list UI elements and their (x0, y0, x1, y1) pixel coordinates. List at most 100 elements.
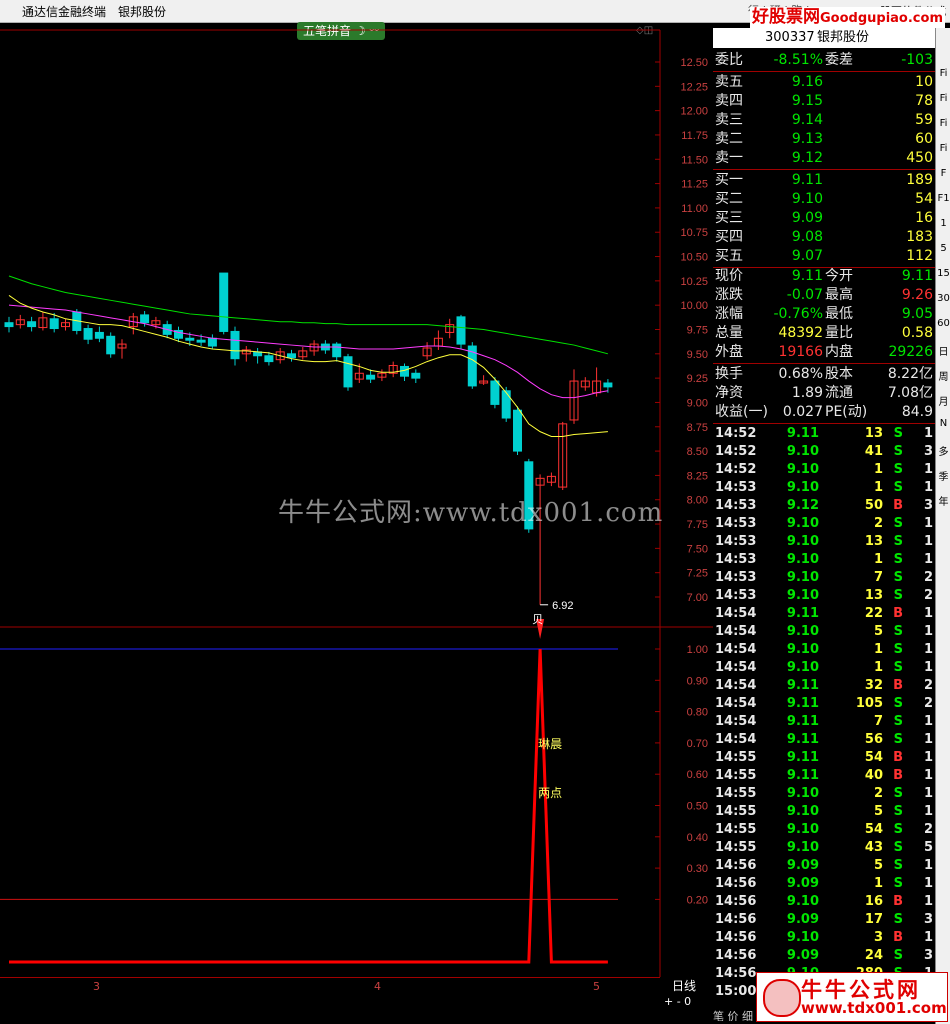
period-button[interactable]: 日线 (672, 977, 696, 994)
trade-side: B (893, 750, 903, 765)
ask-row: 卖二 9.13 60 (713, 130, 935, 149)
stat-value: 9.05 (901, 306, 933, 322)
sidebar-button[interactable]: 15 (937, 268, 950, 279)
trade-volume: 24 (864, 948, 883, 963)
trade-price: 9.11 (786, 426, 819, 441)
trade-row: 14:56 9.09 24 S 3 (713, 947, 935, 965)
sidebar-button[interactable]: 60 (937, 318, 950, 329)
stat-row: 外盘 19166 内盘 29226 (713, 343, 935, 362)
trade-time: 14:56 (715, 876, 757, 891)
stat2-value: 8.22亿 (887, 366, 933, 382)
trade-row: 14:53 9.12 50 B 3 (713, 497, 935, 515)
trade-price: 9.10 (786, 516, 819, 531)
price-tick-label: 9.50 (687, 349, 708, 361)
trade-count: 3 (923, 498, 933, 513)
stat2-label: PE(动) (825, 404, 868, 420)
price-tick-label: 11.50 (681, 154, 708, 166)
price-tick-label: 10.00 (680, 300, 708, 312)
ask-label: 卖四 (715, 93, 743, 109)
trade-count: 1 (923, 606, 933, 621)
sidebar-button[interactable]: N (937, 418, 950, 429)
trade-row: 14:56 9.10 3 B 1 (713, 929, 935, 947)
indicator-tick-label: 0.50 (687, 801, 708, 813)
trade-side: S (893, 426, 903, 441)
stock-code: 300337 (765, 30, 815, 45)
trade-time: 14:52 (715, 444, 757, 459)
trade-side: S (893, 624, 903, 639)
sidebar-button[interactable]: Fi (937, 143, 950, 154)
ask-volume: 59 (915, 112, 933, 128)
trade-time: 14:54 (715, 678, 757, 693)
trade-side: S (893, 588, 903, 603)
bid-volume: 189 (906, 172, 933, 188)
trade-price: 9.09 (786, 948, 819, 963)
sidebar-button[interactable]: 日 (937, 343, 950, 358)
sidebar-button[interactable]: 年 (937, 493, 950, 508)
trade-count: 1 (923, 930, 933, 945)
stat-label: 涨幅 (715, 306, 743, 322)
sidebar-button[interactable]: 月 (937, 393, 950, 408)
ask-row: 卖四 9.15 78 (713, 92, 935, 111)
trade-price: 9.11 (786, 750, 819, 765)
trade-count: 1 (923, 804, 933, 819)
sidebar-button[interactable]: 多 (937, 443, 950, 458)
trade-volume: 1 (873, 480, 883, 495)
footer-domain: www.tdx001.com (801, 999, 947, 1017)
ask-price: 9.16 (791, 74, 823, 90)
sidebar-button[interactable]: F (937, 168, 950, 179)
stat2-label: 净资 (715, 385, 743, 401)
price-tick-label: 9.25 (687, 373, 708, 385)
trade-volume: 7 (873, 570, 883, 585)
sidebar-button[interactable]: Fi (937, 93, 950, 104)
trade-price: 9.10 (786, 930, 819, 945)
candle-body (264, 355, 274, 363)
stat-value: 9.11 (901, 268, 933, 284)
trade-row: 14:55 9.11 40 B 1 (713, 767, 935, 785)
trade-count: 1 (923, 732, 933, 747)
sidebar-button[interactable]: 5 (937, 243, 950, 254)
sidebar-button[interactable]: 1 (937, 218, 950, 229)
stat-value: 19166 (778, 344, 823, 360)
sidebar-button[interactable]: F1 (937, 193, 950, 204)
sidebar-button[interactable]: Fi (937, 68, 950, 79)
bid-volume: 183 (906, 229, 933, 245)
trade-side: S (893, 516, 903, 531)
trade-row: 14:54 9.11 105 S 2 (713, 695, 935, 713)
quote-separator (713, 423, 935, 424)
trade-row: 14:54 9.11 7 S 1 (713, 713, 935, 731)
stat2-row: 净资 1.89 流通 7.08亿 (713, 384, 935, 403)
sidebar-button[interactable]: 季 (937, 468, 950, 483)
price-tick-label: 12.25 (680, 81, 708, 93)
ask-volume: 78 (915, 93, 933, 109)
trade-side: S (893, 660, 903, 675)
trade-count: 2 (923, 696, 933, 711)
candle-body (207, 337, 217, 347)
stat2-label: 换手 (715, 366, 743, 382)
bid-price: 9.09 (791, 210, 823, 226)
trade-volume: 40 (864, 768, 883, 783)
trade-volume: 13 (864, 534, 883, 549)
candle-body (343, 356, 353, 388)
trade-row: 14:54 9.11 56 S 1 (713, 731, 935, 749)
trade-price: 9.10 (786, 552, 819, 567)
trade-volume: 2 (873, 786, 883, 801)
trade-price: 9.10 (786, 786, 819, 801)
trade-volume: 32 (864, 678, 883, 693)
trade-volume: 2 (873, 516, 883, 531)
trade-volume: 3 (873, 930, 883, 945)
quote-separator (713, 71, 935, 72)
ask-row: 卖三 9.14 59 (713, 111, 935, 130)
candle-body (106, 335, 116, 355)
trade-side: S (893, 462, 903, 477)
sidebar-button[interactable]: 30 (937, 293, 950, 304)
trade-volume: 43 (864, 840, 883, 855)
trade-row: 14:54 9.11 22 B 1 (713, 605, 935, 623)
sidebar-button[interactable]: 周 (937, 368, 950, 383)
sidebar-button[interactable]: Fi (937, 118, 950, 129)
trade-volume: 5 (873, 804, 883, 819)
candle-body (27, 321, 37, 328)
zoom-controls[interactable]: + - 0 (664, 995, 691, 1008)
buy-signal-label: 贝 (532, 613, 543, 626)
trade-side: S (893, 696, 903, 711)
trade-row: 14:53 9.10 1 S 1 (713, 551, 935, 569)
